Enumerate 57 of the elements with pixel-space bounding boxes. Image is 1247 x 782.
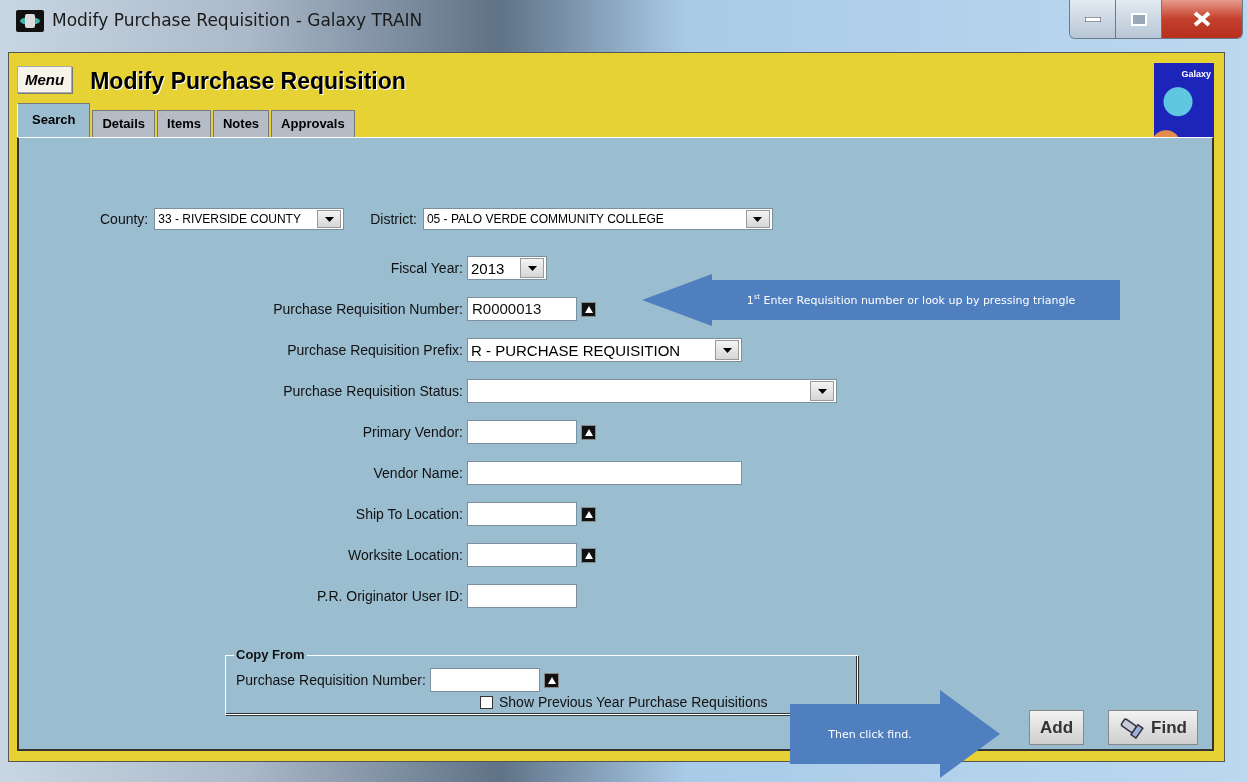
caret-down-icon xyxy=(527,265,537,271)
flashlight-icon xyxy=(1119,716,1146,739)
page-title: Modify Purchase Requisition xyxy=(90,68,406,95)
field-label: County: xyxy=(100,211,149,227)
menu-button[interactable]: Menu xyxy=(17,66,73,93)
tab[interactable]: Items xyxy=(157,110,211,137)
dropdown-field[interactable]: 05 - PALO VERDE COMMUNITY COLLEGE xyxy=(422,208,773,230)
field-label: Ship To Location: xyxy=(355,506,463,522)
field-label: P.R. Originator User ID: xyxy=(317,588,463,604)
caret-down-icon xyxy=(722,347,732,353)
callout-text: 1$^{st}$ Enter Requisition number or look up by pressing triangle xyxy=(746,293,1076,307)
input-field[interactable] xyxy=(467,502,577,526)
add-button[interactable]: Add xyxy=(1029,710,1085,745)
dropdown-field[interactable]: R - PURCHASE REQUISITION xyxy=(467,338,742,362)
checkbox[interactable] xyxy=(480,695,493,709)
tab[interactable]: Notes xyxy=(213,110,270,137)
field-label: Purchase Requisition Number: xyxy=(273,301,463,317)
close-icon xyxy=(1193,11,1211,27)
close-button[interactable] xyxy=(1162,0,1242,38)
input-field[interactable] xyxy=(467,543,577,567)
lookup-button[interactable] xyxy=(581,424,596,440)
input-field[interactable] xyxy=(467,420,577,444)
field-label: Fiscal Year: xyxy=(390,260,463,276)
tab[interactable]: Search xyxy=(17,103,91,137)
minimize-icon xyxy=(1084,16,1101,22)
maximize-button[interactable] xyxy=(1116,0,1162,38)
field-label: Purchase Requisition Prefix: xyxy=(287,342,463,358)
dropdown-field[interactable]: 2013 xyxy=(467,256,547,280)
field-label: Vendor Name: xyxy=(373,465,463,481)
caret-down-icon xyxy=(324,216,334,222)
field-label: Purchase Requisition Status: xyxy=(283,383,463,399)
lookup-button[interactable] xyxy=(543,672,559,688)
window-title: Modify Purchase Requisition - Galaxy TRAIN xyxy=(52,10,423,30)
minimize-button[interactable] xyxy=(1070,0,1116,38)
tab[interactable]: Approvals xyxy=(271,110,355,137)
lookup-button[interactable] xyxy=(581,506,596,522)
input-field[interactable] xyxy=(429,668,540,692)
input-field[interactable]: R0000013 xyxy=(467,297,577,321)
app-icon xyxy=(16,10,44,32)
input-field[interactable] xyxy=(467,584,577,608)
maximize-icon xyxy=(1130,12,1147,26)
dropdown-field[interactable] xyxy=(467,379,837,403)
callout-text: Then click find. xyxy=(828,727,912,741)
find-button[interactable]: Find xyxy=(1108,710,1198,745)
lookup-button[interactable] xyxy=(581,301,596,317)
input-field[interactable] xyxy=(467,461,742,485)
group-title: Copy From xyxy=(234,647,307,662)
caret-down-icon xyxy=(753,216,763,222)
checkbox-label: Show Previous Year Purchase Requisitions xyxy=(499,694,768,710)
tab[interactable]: Details xyxy=(92,110,155,137)
field-label: Worksite Location: xyxy=(348,547,463,563)
dropdown-field[interactable]: 33 - RIVERSIDE COUNTY xyxy=(154,208,345,230)
field-label: District: xyxy=(370,211,417,227)
lookup-button[interactable] xyxy=(581,547,596,563)
field-label: Primary Vendor: xyxy=(362,424,463,440)
field-label: Purchase Requisition Number: xyxy=(236,672,426,688)
caret-down-icon xyxy=(817,388,827,394)
